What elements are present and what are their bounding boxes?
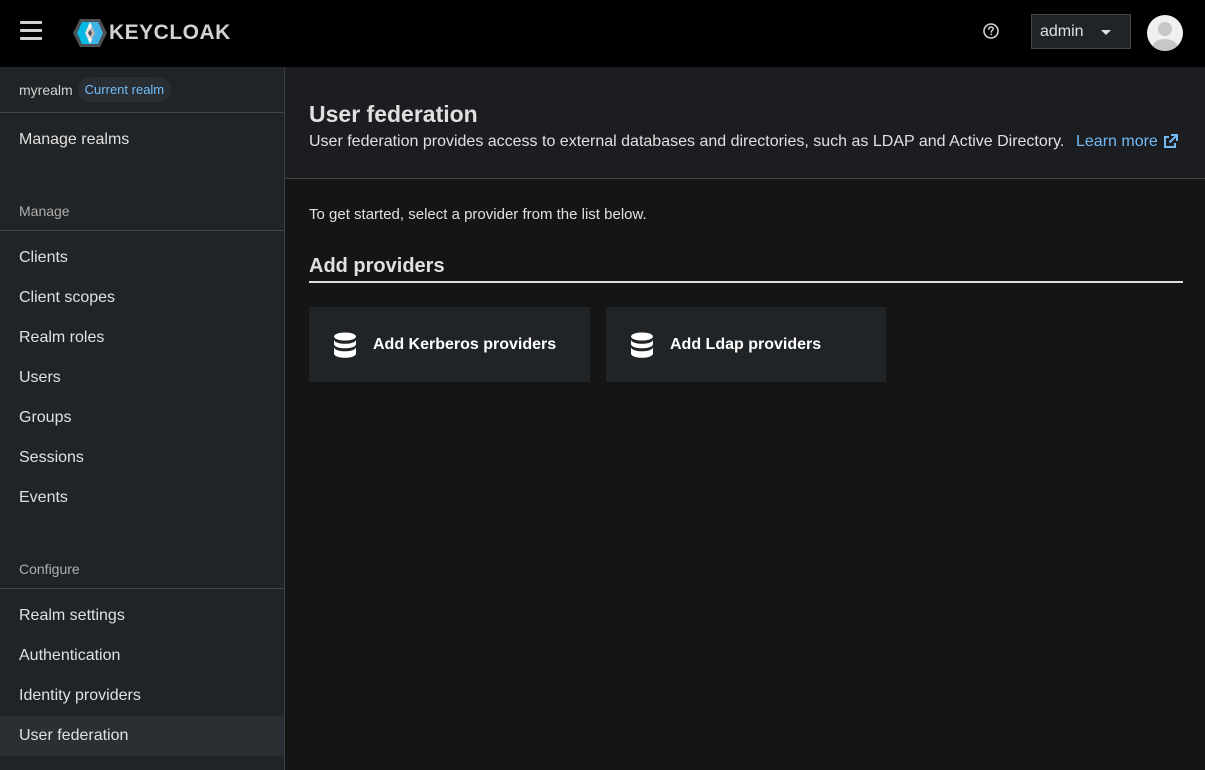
realm-selector[interactable]: myrealm Current realm [0, 67, 284, 113]
hamburger-menu-icon[interactable] [20, 21, 42, 41]
database-icon [631, 332, 653, 358]
database-icon [334, 332, 356, 358]
nav-divider [0, 230, 284, 231]
nav-section-configure: Configure [19, 561, 80, 577]
nav-divider [0, 588, 284, 589]
keycloak-logo[interactable]: KEYCLOAK [72, 18, 231, 48]
page-title: User federation [309, 101, 478, 127]
sidebar-item-users[interactable]: Users [0, 358, 284, 398]
sidebar-item-user-federation[interactable]: User federation [0, 716, 284, 756]
sidebar: myrealm Current realm Manage realms Mana… [0, 67, 285, 770]
learn-more-link[interactable]: Learn more [1076, 133, 1178, 151]
card-label: Add Ldap providers [670, 335, 822, 353]
card-label: Add Kerberos providers [373, 335, 557, 353]
add-ldap-providers-card[interactable]: Add Ldap providers [606, 307, 886, 382]
logo-text: KEYCLOAK [109, 21, 231, 44]
keycloak-logo-icon [73, 19, 107, 47]
intro-text: To get started, select a provider from t… [309, 206, 647, 223]
sidebar-item-events[interactable]: Events [0, 478, 284, 518]
sidebar-item-sessions[interactable]: Sessions [0, 438, 284, 478]
sidebar-item-client-scopes[interactable]: Client scopes [0, 278, 284, 318]
external-link-icon [1163, 134, 1178, 148]
current-realm-badge: Current realm [77, 77, 172, 102]
sidebar-item-manage-realms[interactable]: Manage realms [0, 120, 284, 160]
add-kerberos-providers-card[interactable]: Add Kerberos providers [309, 307, 590, 382]
sidebar-item-groups[interactable]: Groups [0, 398, 284, 438]
learn-more-label: Learn more [1076, 133, 1158, 150]
realm-name: myrealm [19, 81, 73, 98]
page-header: User federation User federation provides… [285, 67, 1205, 179]
caret-down-icon [1101, 30, 1111, 35]
page-description: User federation provides access to exter… [309, 133, 1065, 150]
user-dropdown[interactable]: admin [1031, 14, 1131, 49]
masthead: KEYCLOAK admin [0, 0, 1205, 67]
section-divider [309, 281, 1183, 283]
avatar[interactable] [1147, 15, 1183, 51]
help-icon[interactable] [982, 22, 1000, 40]
nav-section-manage: Manage [19, 203, 70, 219]
sidebar-item-realm-settings[interactable]: Realm settings [0, 596, 284, 636]
sidebar-item-authentication[interactable]: Authentication [0, 636, 284, 676]
user-avatar-icon [1152, 22, 1178, 51]
sidebar-item-realm-roles[interactable]: Realm roles [0, 318, 284, 358]
sidebar-item-identity-providers[interactable]: Identity providers [0, 676, 284, 716]
section-title: Add providers [309, 255, 445, 277]
user-dropdown-label: admin [1040, 22, 1084, 40]
sidebar-item-clients[interactable]: Clients [0, 238, 284, 278]
